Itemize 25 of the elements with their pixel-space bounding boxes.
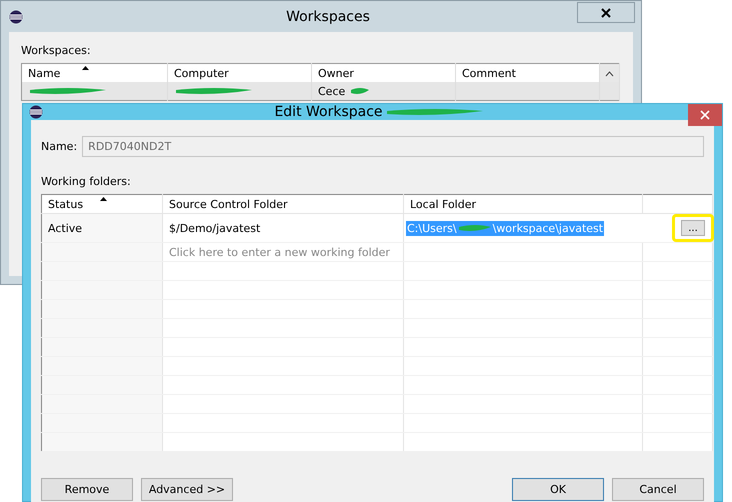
column-header[interactable]: Source Control Folder bbox=[162, 194, 404, 214]
table-cell: Active bbox=[42, 214, 162, 242]
name-field[interactable]: RDD7040ND2T bbox=[82, 136, 704, 157]
dialog-button[interactable]: Cancel bbox=[612, 478, 704, 501]
close-button[interactable] bbox=[577, 2, 635, 23]
close-icon bbox=[601, 8, 611, 18]
dialog-button[interactable]: OK bbox=[512, 478, 604, 501]
app-icon bbox=[9, 10, 23, 24]
app-icon bbox=[29, 105, 43, 119]
table-cell: Cece bbox=[318, 84, 346, 98]
dialog-button[interactable]: Advanced >> bbox=[141, 478, 233, 501]
window-title: Workspaces bbox=[286, 8, 370, 24]
sort-icon bbox=[100, 197, 107, 201]
table-cell: $/Demo/javatest bbox=[162, 214, 404, 242]
redaction-mark bbox=[456, 222, 493, 234]
working-folders-label: Working folders: bbox=[41, 175, 132, 188]
close-icon bbox=[700, 110, 710, 120]
browse-button[interactable]: ... bbox=[681, 220, 705, 236]
column-header[interactable]: Local Folder bbox=[404, 194, 642, 214]
dialog-button[interactable]: Remove bbox=[41, 478, 133, 501]
dialog-title: Edit Workspace bbox=[274, 104, 383, 120]
scroll-up-icon[interactable] bbox=[605, 70, 614, 76]
workspaces-label: Workspaces: bbox=[21, 44, 92, 57]
name-label: Name: bbox=[41, 140, 78, 153]
sort-icon bbox=[82, 66, 89, 70]
